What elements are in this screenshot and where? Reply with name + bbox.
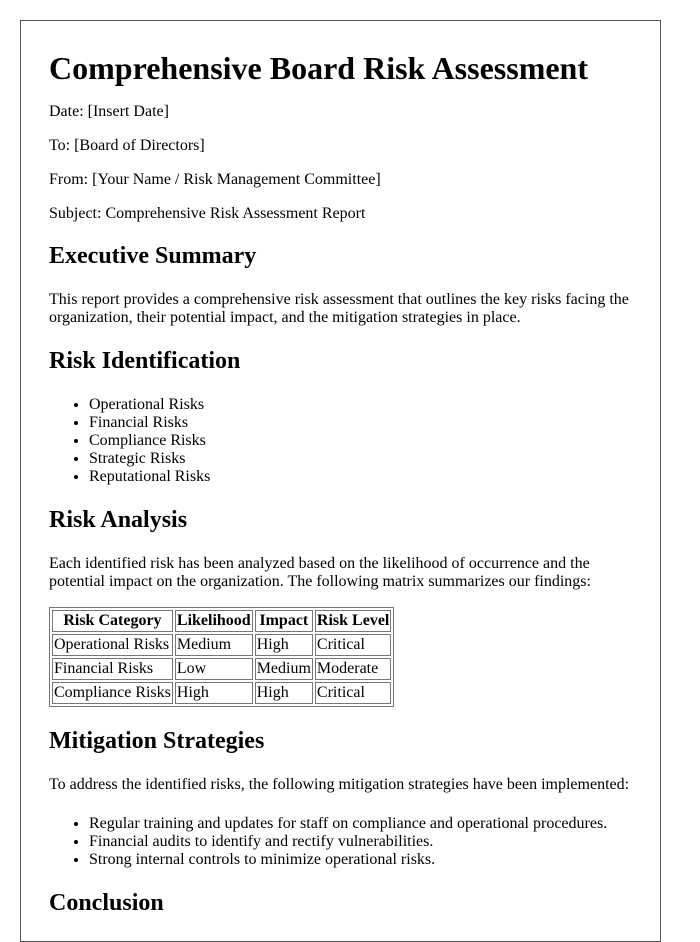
from-line: From: [Your Name / Risk Management Commi… bbox=[49, 171, 381, 188]
mitigation-list: Regular training and updates for staff o… bbox=[49, 815, 631, 869]
table-cell: Financial Risks bbox=[52, 658, 173, 680]
table-cell: Moderate bbox=[314, 658, 392, 680]
list-item: Regular training and updates for staff o… bbox=[89, 815, 631, 833]
document-title: Comprehensive Board Risk Assessment bbox=[49, 50, 588, 86]
table-header-cell: Impact bbox=[254, 610, 313, 632]
list-item: Strong internal controls to minimize ope… bbox=[89, 851, 631, 869]
table-row: Compliance Risks High High Critical bbox=[52, 682, 392, 704]
subject-line: Subject: Comprehensive Risk Assessment R… bbox=[49, 205, 366, 222]
risk-identification-heading: Risk Identification bbox=[49, 348, 241, 374]
risk-identification-list: Operational Risks Financial Risks Compli… bbox=[49, 396, 631, 486]
table-row: Operational Risks Medium High Critical bbox=[52, 634, 392, 656]
list-item: Operational Risks bbox=[89, 396, 631, 414]
list-item: Reputational Risks bbox=[89, 468, 631, 486]
table-header-cell: Risk Category bbox=[52, 610, 173, 632]
document-page: Comprehensive Board Risk Assessment Date… bbox=[20, 20, 661, 942]
list-item: Strategic Risks bbox=[89, 450, 631, 468]
mitigation-text: To address the identified risks, the fol… bbox=[49, 776, 630, 793]
table-cell: Medium bbox=[174, 634, 253, 656]
list-item: Financial Risks bbox=[89, 414, 631, 432]
executive-summary-heading: Executive Summary bbox=[49, 243, 257, 269]
risk-matrix-table: Risk Category Likelihood Impact Risk Lev… bbox=[49, 607, 395, 707]
risk-analysis-heading: Risk Analysis bbox=[49, 507, 188, 533]
table-cell: Critical bbox=[314, 682, 392, 704]
table-header-row: Risk Category Likelihood Impact Risk Lev… bbox=[52, 610, 392, 632]
risk-analysis-text: Each identified risk has been analyzed b… bbox=[49, 555, 591, 590]
to-line: To: [Board of Directors] bbox=[49, 137, 205, 154]
table-cell: High bbox=[174, 682, 253, 704]
conclusion-heading: Conclusion bbox=[49, 890, 164, 916]
table-cell: Critical bbox=[314, 634, 392, 656]
table-cell: Low bbox=[174, 658, 253, 680]
table-header-cell: Likelihood bbox=[174, 610, 253, 632]
list-item: Compliance Risks bbox=[89, 432, 631, 450]
date-line: Date: [Insert Date] bbox=[49, 103, 169, 120]
table-cell: Compliance Risks bbox=[52, 682, 173, 704]
table-cell: Operational Risks bbox=[52, 634, 173, 656]
mitigation-heading: Mitigation Strategies bbox=[49, 728, 265, 754]
table-cell: High bbox=[254, 634, 313, 656]
table-header-cell: Risk Level bbox=[314, 610, 392, 632]
table-cell: High bbox=[254, 682, 313, 704]
executive-summary-text: This report provides a comprehensive ris… bbox=[49, 291, 629, 326]
list-item: Financial audits to identify and rectify… bbox=[89, 833, 631, 851]
table-cell: Medium bbox=[254, 658, 313, 680]
table-row: Financial Risks Low Medium Moderate bbox=[52, 658, 392, 680]
